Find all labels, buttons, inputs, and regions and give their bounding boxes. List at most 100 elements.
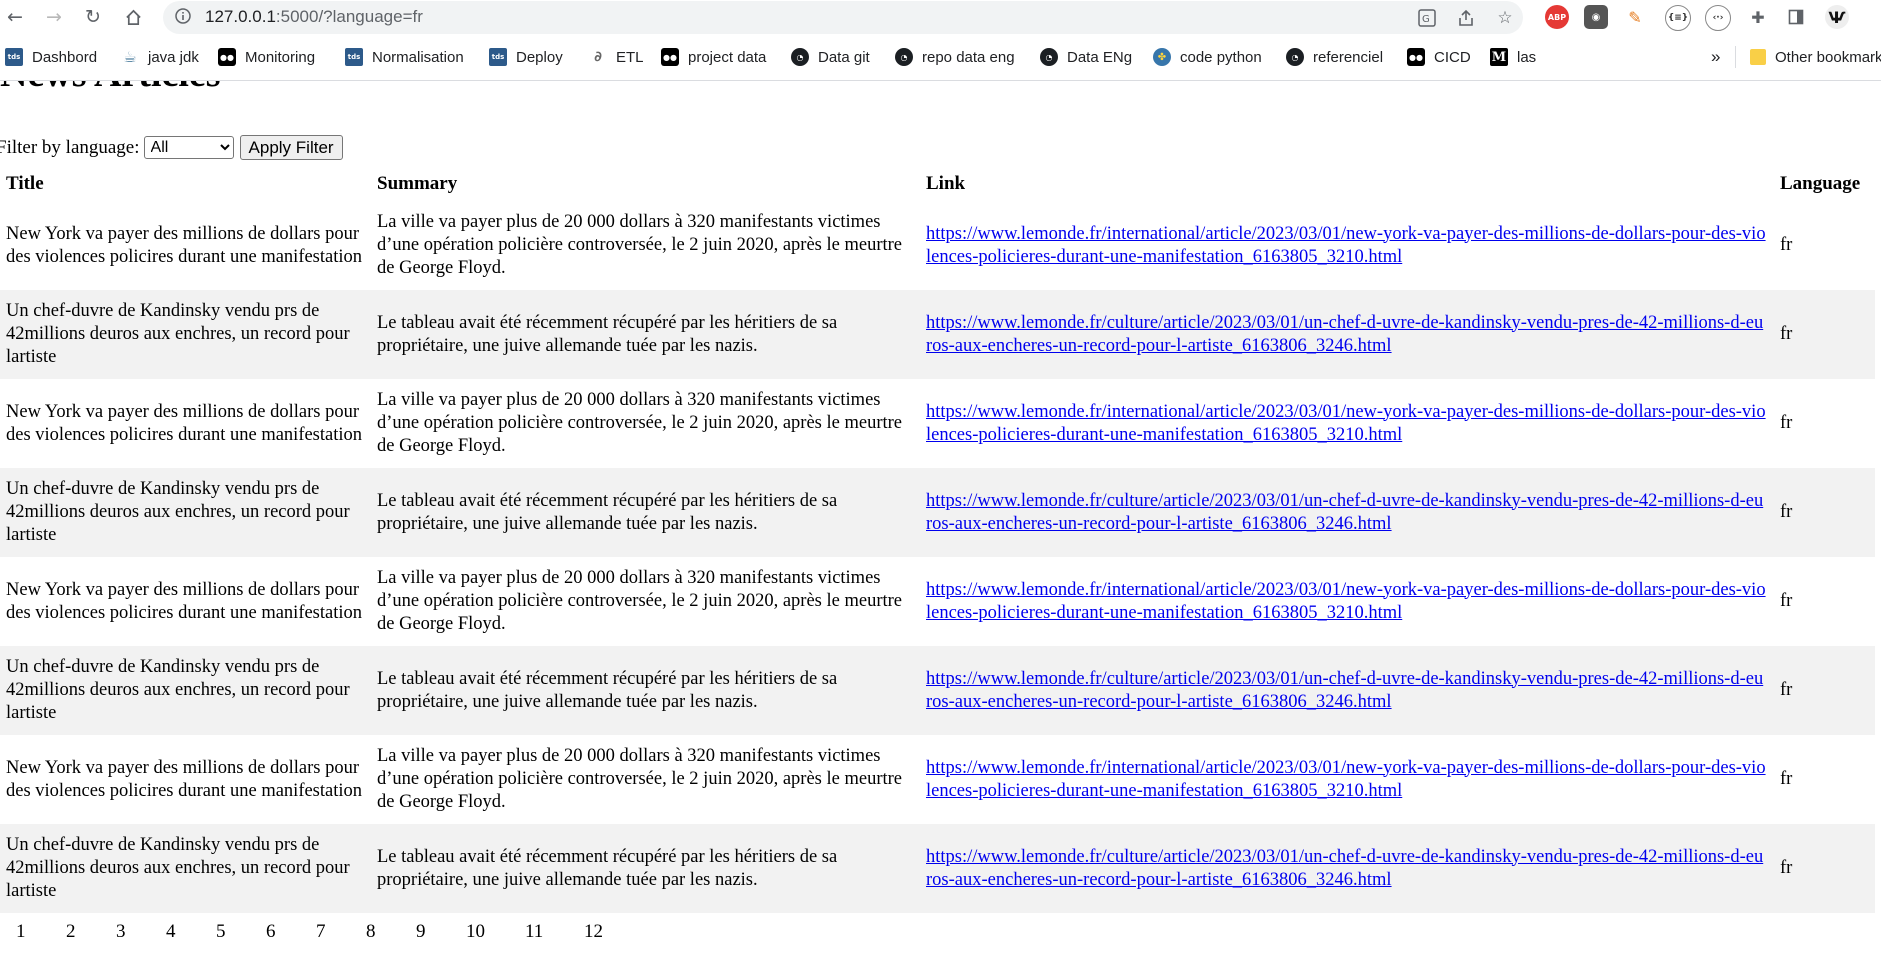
github-icon: ◔ (895, 48, 913, 66)
article-link[interactable]: https://www.lemonde.fr/culture/article/2… (926, 847, 1763, 890)
extensions-puzzle-icon[interactable]: ✚ (1746, 5, 1770, 29)
etl-icon: ∂ (594, 49, 602, 65)
other-bookmarks-label: Other bookmarks (1775, 48, 1881, 66)
table-row: New York va payer des millions de dollar… (0, 735, 1875, 824)
share-icon[interactable] (1454, 6, 1478, 30)
article-summary: Le tableau avait été récemment récupéré … (371, 468, 920, 557)
tds-icon: tds (5, 48, 23, 66)
back-button[interactable]: ← (2, 4, 28, 30)
page-link[interactable]: 4 (166, 921, 176, 943)
bookmark-normalisation[interactable]: tds Normalisation (345, 46, 464, 68)
article-summary: La ville va payer plus de 20 000 dollars… (377, 390, 902, 456)
forward-button[interactable]: → (41, 4, 67, 30)
article-title: New York va payer des millions de dollar… (6, 401, 363, 445)
article-link[interactable]: https://www.lemonde.fr/culture/article/2… (926, 491, 1763, 534)
article-link-cell: https://www.lemonde.fr/international/art… (920, 201, 1774, 290)
medium-icon: M (1490, 48, 1508, 66)
bookmark-star-icon[interactable]: ☆ (1493, 6, 1517, 30)
bookmark-cicd[interactable]: ●● CICD (1407, 46, 1471, 68)
bookmark-deploy[interactable]: tds Deploy (489, 46, 563, 68)
bookmark-dashbord[interactable]: tds Dashbord (5, 46, 97, 68)
profile-avatar[interactable]: Ѱ (1825, 5, 1849, 29)
page-link[interactable]: 6 (266, 921, 276, 943)
page-link[interactable]: 10 (466, 921, 485, 943)
article-link-cell: https://www.lemonde.fr/culture/article/2… (920, 646, 1774, 735)
article-summary: La ville va payer plus de 20 000 dollars… (377, 568, 902, 634)
bookmark-repo-data-eng[interactable]: ◔ repo data eng (895, 46, 1015, 68)
bookmark-code-python[interactable]: ✤ code python (1153, 46, 1262, 68)
language-select[interactable]: All (143, 136, 234, 159)
bookmark-las[interactable]: Mlas (1490, 46, 1536, 68)
json-extension-icon[interactable]: {≡} (1665, 5, 1691, 31)
bookmark-etl[interactable]: ∂ ETL (589, 46, 644, 68)
page-link[interactable]: 1 (16, 921, 26, 943)
extension-icon[interactable]: ◉ (1584, 5, 1608, 29)
bookmarks-overflow-button[interactable]: » (1711, 46, 1720, 68)
bookmark-label: referenciel (1313, 48, 1384, 66)
article-link[interactable]: https://www.lemonde.fr/culture/article/2… (926, 313, 1763, 356)
home-button[interactable] (120, 4, 146, 30)
bookmark-monitoring[interactable]: ●● Monitoring (218, 46, 315, 68)
bookmark-project-data[interactable]: ●● project data (661, 46, 766, 68)
site-info-icon[interactable] (175, 8, 191, 24)
bookmark-label: ETL (616, 48, 644, 66)
bookmark-data-git[interactable]: ◔ Data git (791, 46, 870, 68)
article-title: Un chef-duvre de Kandinsky vendu prs de … (0, 290, 371, 379)
java-icon: ☕ (123, 48, 137, 66)
page-link[interactable]: 3 (116, 921, 126, 943)
adblock-plus-icon[interactable]: ABP (1545, 5, 1569, 29)
bookmark-java-jdk[interactable]: ☕ java jdk (121, 46, 199, 68)
translate-icon[interactable]: G (1415, 6, 1439, 30)
article-link-cell: https://www.lemonde.fr/culture/article/2… (920, 824, 1774, 913)
article-link-cell: https://www.lemonde.fr/culture/article/2… (920, 290, 1774, 379)
article-link[interactable]: https://www.lemonde.fr/international/art… (926, 224, 1766, 267)
url-path: :5000/?language=fr (275, 7, 423, 26)
article-title: Un chef-duvre de Kandinsky vendu prs de … (0, 824, 371, 913)
article-title: Un chef-duvre de Kandinsky vendu prs de … (0, 646, 371, 735)
page-link[interactable]: 5 (216, 921, 226, 943)
page-link[interactable]: 2 (66, 921, 76, 943)
reload-button[interactable]: ↻ (80, 4, 106, 30)
page-content: News Articles Filter by language: All Ap… (0, 81, 1881, 961)
bookmark-label: java jdk (148, 48, 199, 66)
bookmark-label: code python (1180, 48, 1262, 66)
table-row: New York va payer des millions de dollar… (0, 379, 1875, 468)
url-text[interactable]: 127.0.0.1:5000/?language=fr (205, 7, 423, 27)
article-title: New York va payer des millions de dollar… (6, 757, 363, 801)
monitor-icon: ●● (661, 48, 679, 66)
bookmark-label: Normalisation (372, 48, 464, 66)
other-bookmarks[interactable]: Other bookmarks (1750, 46, 1881, 68)
side-panel-icon[interactable] (1784, 5, 1808, 29)
folder-icon (1750, 49, 1766, 65)
page-link[interactable]: 12 (584, 921, 603, 943)
article-link[interactable]: https://www.lemonde.fr/culture/article/2… (926, 669, 1763, 712)
page-link[interactable]: 8 (366, 921, 376, 943)
extension-icon[interactable]: ✎ (1623, 5, 1647, 29)
bookmark-label: Deploy (516, 48, 563, 66)
bookmark-referenciel[interactable]: ◔ referenciel (1286, 46, 1383, 68)
article-language: fr (1774, 290, 1875, 379)
article-link-cell: https://www.lemonde.fr/culture/article/2… (920, 468, 1774, 557)
article-link[interactable]: https://www.lemonde.fr/international/art… (926, 580, 1766, 623)
articles-table: Title Summary Link Language New York va … (0, 167, 1875, 913)
address-bar[interactable]: 127.0.0.1:5000/?language=fr G ☆ (163, 1, 1523, 34)
article-link[interactable]: https://www.lemonde.fr/international/art… (926, 402, 1766, 445)
article-language: fr (1780, 769, 1793, 789)
python-icon: ✤ (1153, 48, 1171, 66)
page-link[interactable]: 7 (316, 921, 326, 943)
code-extension-icon[interactable]: ‹·› (1705, 5, 1731, 31)
page-link[interactable]: 9 (416, 921, 426, 943)
github-icon: ◔ (791, 48, 809, 66)
page-link[interactable]: 11 (525, 921, 543, 943)
bookmark-label: repo data eng (922, 48, 1015, 66)
table-row: Un chef-duvre de Kandinsky vendu prs de … (0, 290, 1875, 379)
article-language: fr (1774, 468, 1875, 557)
article-link-cell: https://www.lemonde.fr/international/art… (920, 557, 1774, 646)
bookmark-data-eng[interactable]: ◔ Data ENg (1040, 46, 1132, 68)
apply-filter-button[interactable]: Apply Filter (239, 135, 343, 160)
table-row: Un chef-duvre de Kandinsky vendu prs de … (0, 646, 1875, 735)
article-summary: Le tableau avait été récemment récupéré … (371, 290, 920, 379)
bookmarks-divider (1735, 46, 1736, 68)
tds-icon: tds (345, 48, 363, 66)
article-link[interactable]: https://www.lemonde.fr/international/art… (926, 758, 1766, 801)
